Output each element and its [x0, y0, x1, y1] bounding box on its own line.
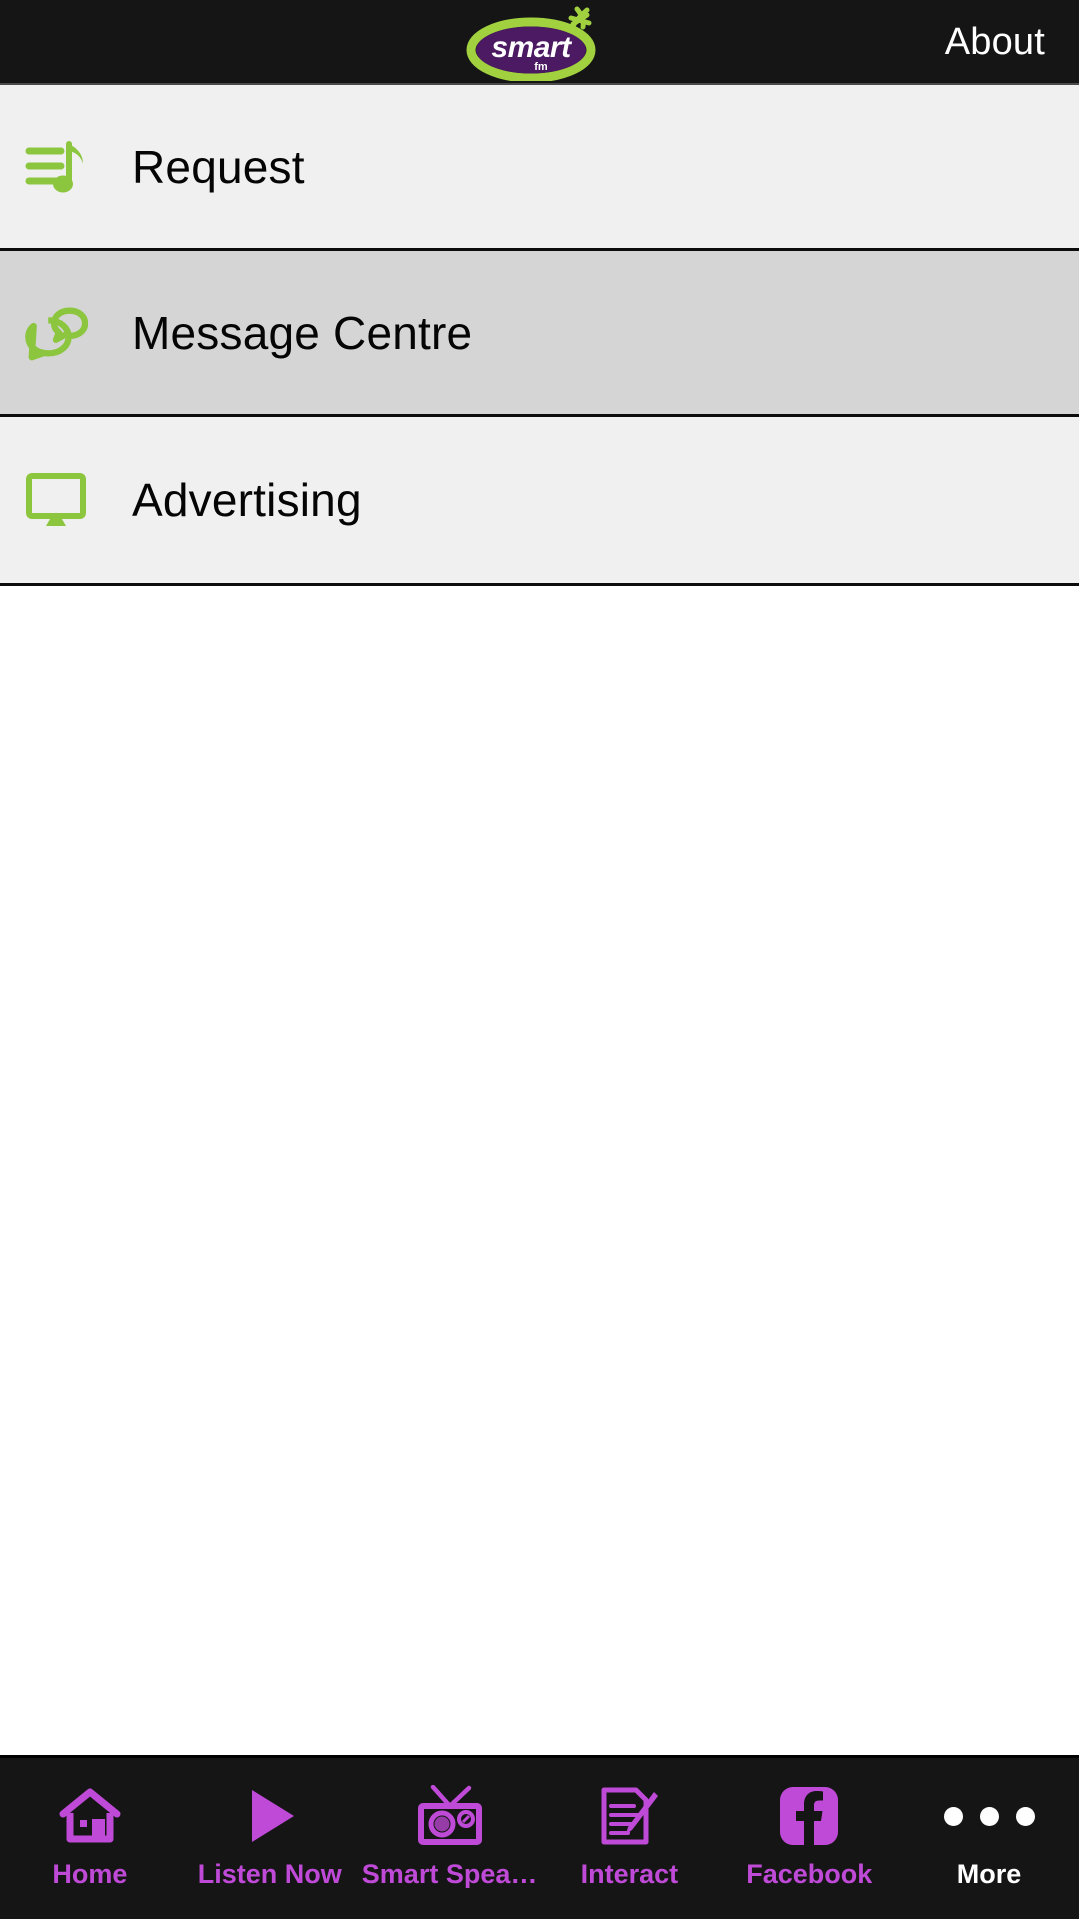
monitor-icon [24, 465, 88, 535]
app-root: smart fm About Request Message Centre Ad… [0, 0, 1079, 1919]
tab-label: Interact [580, 1861, 679, 1888]
smart-fm-logo-svg: smart fm [466, 6, 595, 81]
tab-listen-now[interactable]: Listen Now [180, 1758, 360, 1919]
menu-item-message-centre[interactable]: Message Centre [0, 251, 1079, 417]
bottom-tab-bar: Home Listen Now Smart Spea… Interact Fac… [0, 1755, 1079, 1919]
svg-text:fm: fm [534, 61, 548, 73]
dot [943, 1806, 963, 1826]
radio-icon [415, 1785, 485, 1847]
tab-label: Smart Spea… [361, 1861, 538, 1888]
app-header: smart fm About [0, 0, 1079, 85]
tab-smart-speaker[interactable]: Smart Spea… [360, 1758, 540, 1919]
menu-item-label: Advertising [132, 474, 362, 526]
about-button[interactable]: About [945, 23, 1045, 61]
tab-facebook[interactable]: Facebook [719, 1758, 899, 1919]
speech-bubbles-icon [24, 298, 88, 368]
menu-item-label: Message Centre [132, 306, 473, 359]
tab-more[interactable]: More [899, 1758, 1079, 1919]
home-icon [59, 1785, 121, 1847]
menu-item-label: Request [132, 140, 305, 193]
music-playlist-icon [24, 132, 88, 202]
ellipsis-icon [943, 1785, 1035, 1847]
menu-item-request[interactable]: Request [0, 85, 1079, 251]
facebook-icon [778, 1785, 840, 1847]
tab-label: More [956, 1861, 1022, 1888]
dot [979, 1806, 999, 1826]
menu-item-advertising[interactable]: Advertising [0, 417, 1079, 583]
content-area [0, 586, 1079, 1755]
tab-label: Home [52, 1861, 128, 1888]
svg-text:smart: smart [491, 31, 573, 64]
menu-list: Request Message Centre Advertising [0, 85, 1079, 586]
dot [1015, 1806, 1035, 1826]
tab-label: Listen Now [197, 1861, 342, 1888]
play-icon [242, 1785, 298, 1847]
tab-label: Facebook [746, 1861, 873, 1888]
tab-interact[interactable]: Interact [539, 1758, 719, 1919]
smart-fm-logo: smart fm [465, 3, 615, 81]
tab-home[interactable]: Home [0, 1758, 180, 1919]
note-edit-icon [598, 1785, 660, 1847]
